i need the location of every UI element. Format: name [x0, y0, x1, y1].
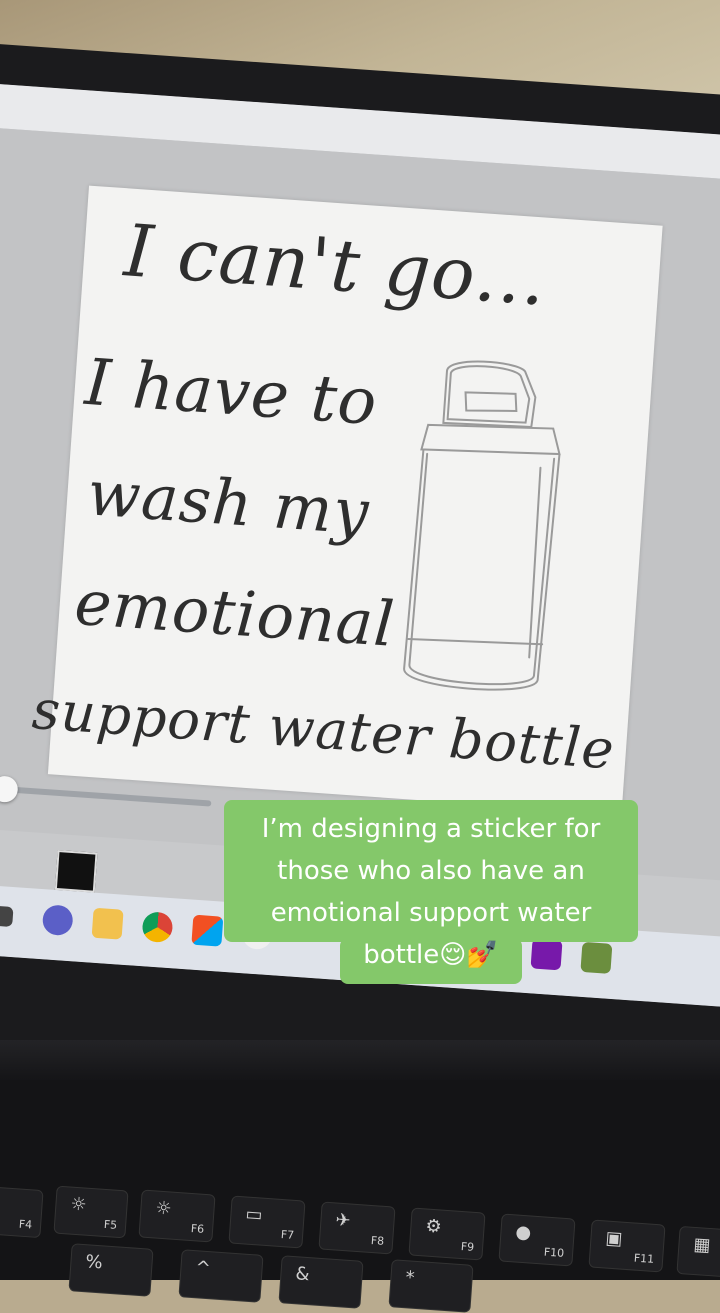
key-f9-label: F9	[460, 1240, 475, 1254]
key-f5-label: F5	[103, 1217, 118, 1232]
key-f6-label: F6	[190, 1222, 205, 1236]
key-f4: F4	[0, 1185, 44, 1239]
sticker-canvas[interactable]: I can't go... I have to wash my emotiona…	[30, 185, 663, 815]
key-star-label: *	[404, 1267, 416, 1289]
key-calculator: ▦	[676, 1225, 720, 1279]
key-f7-label: F7	[280, 1228, 295, 1242]
sticker-text-line-4: emotional	[72, 565, 398, 661]
key-6: ^	[178, 1249, 264, 1303]
key-f5: ☼ F5	[53, 1185, 129, 1239]
calculator-icon: ▦	[692, 1233, 712, 1257]
key-f9: ⚙ F9	[408, 1207, 486, 1261]
key-f11: ▣ F11	[588, 1219, 666, 1273]
sticker-text-line-3: wash my	[85, 456, 372, 549]
folder-icon[interactable]	[91, 907, 124, 940]
key-percent-label: %	[84, 1251, 104, 1274]
store-icon[interactable]	[191, 914, 224, 947]
caption-line-1: I’m designing a sticker for	[261, 814, 601, 844]
key-f11-label: F11	[633, 1251, 655, 1266]
key-f7: ▭ F7	[228, 1195, 306, 1249]
settings-gear-icon: ⚙	[424, 1215, 443, 1238]
water-bottle-sketch	[403, 360, 561, 691]
lock-icon: ●	[514, 1221, 532, 1244]
task-view-icon[interactable]	[0, 905, 14, 928]
key-f4-label: F4	[18, 1217, 33, 1232]
key-f8-label: F8	[370, 1234, 385, 1248]
key-5: %	[68, 1243, 154, 1297]
brightness-up-icon: ☼	[154, 1197, 173, 1220]
caret-icon: ^	[194, 1257, 212, 1280]
key-amp-label: &	[294, 1263, 311, 1286]
key-7: &	[278, 1255, 364, 1309]
caption-line-4: bottle😌💅	[363, 940, 499, 970]
key-f8: ✈ F8	[318, 1201, 396, 1255]
key-f10-label: F10	[543, 1245, 565, 1260]
caption-line-2: those who also have an	[277, 856, 585, 886]
color-swatch-black[interactable]	[54, 850, 98, 893]
video-caption: I’m designing a sticker for those who al…	[224, 800, 638, 984]
sticker-text-line-2: I have to	[82, 345, 380, 441]
key-8: *	[388, 1259, 474, 1313]
key-f10: ● F10	[498, 1213, 576, 1267]
sticker-text-line-1: I can't go...	[121, 208, 549, 322]
key-f6: ☼ F6	[138, 1189, 216, 1243]
caption-line-3: emotional support water	[270, 898, 592, 928]
brightness-down-icon: ☼	[69, 1193, 88, 1216]
airplane-icon: ✈	[334, 1209, 352, 1232]
display-switch-icon: ▭	[244, 1203, 264, 1226]
keyboard-icon: ▣	[604, 1227, 624, 1250]
